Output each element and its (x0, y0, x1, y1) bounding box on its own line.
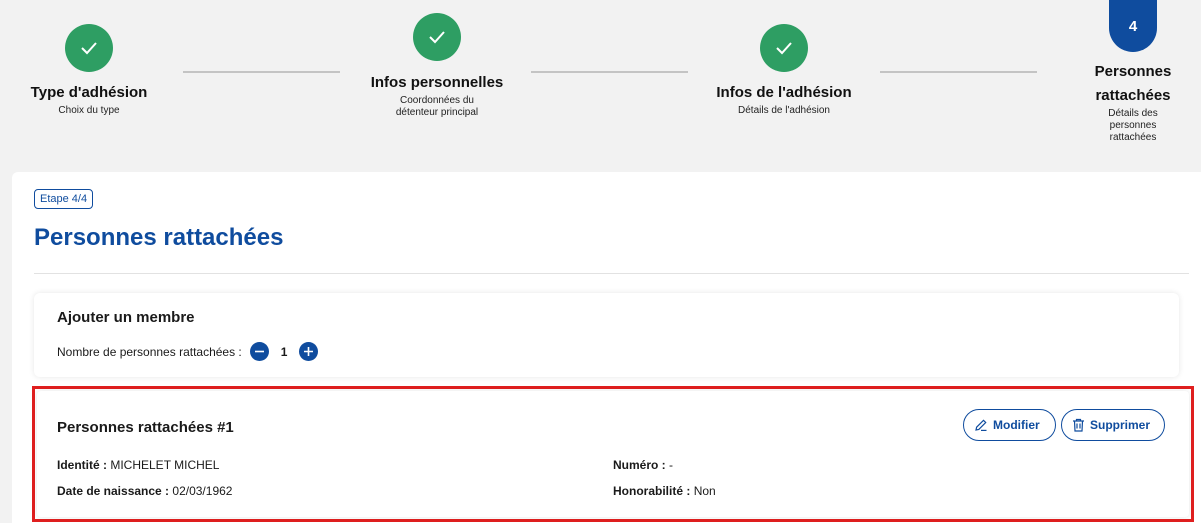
member-card: Personnes rattachées #1 Modifier Supprim… (32, 386, 1194, 522)
step-title: Personnes rattachées (1094, 63, 1172, 104)
numero-value: - (669, 458, 674, 472)
step-connector (880, 71, 1037, 73)
step-number: 4 (1109, 0, 1157, 52)
step-title: Type d'adhésion (30, 84, 148, 101)
delete-button-label: Supprimer (1090, 418, 1151, 432)
step-number-label: 4 (1128, 17, 1138, 35)
honorabilite-field: Honorabilité : Non (613, 484, 716, 498)
numero-field: Numéro : - (613, 458, 673, 472)
trash-icon (1073, 418, 1084, 432)
identite-label: Identité : (57, 458, 107, 472)
member-title: Personnes rattachées #1 (57, 419, 234, 436)
naissance-field: Date de naissance : 02/03/1962 (57, 484, 232, 498)
naissance-value: 02/03/1962 (172, 484, 233, 498)
edit-button[interactable]: Modifier (963, 409, 1056, 441)
step-connector (531, 71, 688, 73)
step-connector (183, 71, 340, 73)
increment-button[interactable] (299, 342, 319, 361)
counter-value: 1 (280, 344, 288, 359)
decrement-button[interactable] (249, 342, 269, 361)
step-badge: Etape 4/4 (34, 189, 94, 209)
step-title: Infos personnelles (370, 74, 504, 91)
minus-icon (254, 350, 264, 353)
naissance-label: Date de naissance : (57, 484, 170, 498)
step-subtitle: Détails de l'adhésion (738, 105, 830, 116)
step-type-adhesion[interactable]: Type d'adhésion Choix du type (14, 24, 164, 117)
member-card-body: Personnes rattachées #1 Modifier Supprim… (37, 391, 1189, 517)
identite-field: Identité : MICHELET MICHEL (57, 458, 219, 472)
honorabilite-label: Honorabilité : (613, 484, 691, 498)
member-counter: Nombre de personnes rattachées : 1 (57, 342, 319, 361)
step-subtitle: Détails des personnes rattachées (1108, 108, 1158, 143)
identite-value: MICHELET MICHEL (110, 458, 220, 472)
honorabilite-value: Non (693, 484, 716, 498)
step-title: Infos de l'adhésion (716, 84, 852, 101)
step-infos-personnelles[interactable]: Infos personnelles Coordonnées du détent… (362, 13, 512, 119)
numero-label: Numéro : (613, 458, 666, 472)
check-icon (65, 24, 113, 72)
check-icon (760, 24, 808, 72)
edit-button-label: Modifier (993, 418, 1040, 432)
main-card: Etape 4/4 Personnes rattachées Ajouter u… (12, 172, 1201, 523)
step-personnes-rattachees[interactable]: 4 Personnes rattachées Détails des perso… (1068, 0, 1198, 144)
pencil-icon (975, 419, 987, 431)
counter-label: Nombre de personnes rattachées : (57, 344, 242, 359)
step-infos-adhesion[interactable]: Infos de l'adhésion Détails de l'adhésio… (709, 24, 859, 117)
page-title: Personnes rattachées (34, 224, 284, 251)
plus-icon (304, 347, 314, 356)
delete-button[interactable]: Supprimer (1061, 409, 1165, 441)
add-member-panel: Ajouter un membre Nombre de personnes ra… (34, 293, 1179, 377)
progress-stepper: Type d'adhésion Choix du type Infos pers… (0, 0, 1201, 170)
add-member-title: Ajouter un membre (57, 309, 195, 326)
check-icon (413, 13, 461, 61)
divider (34, 273, 1189, 274)
step-subtitle: Coordonnées du détenteur principal (395, 95, 479, 118)
step-subtitle: Choix du type (58, 105, 120, 116)
